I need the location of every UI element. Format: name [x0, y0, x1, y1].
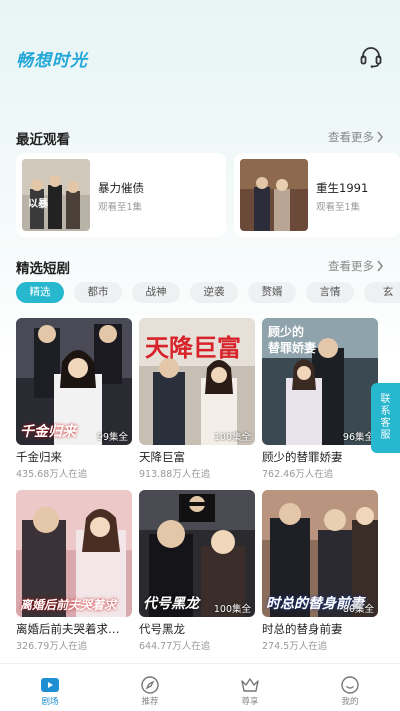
tab-nixi[interactable]: 逆袭	[190, 282, 238, 303]
drama-poster: 顾少的 替罪娇妻 96集全	[262, 318, 378, 445]
recent-title: 重生1991	[316, 181, 369, 195]
chevron-right-icon[interactable]	[376, 128, 384, 146]
svg-text:替罪娇妻: 替罪娇妻	[268, 340, 316, 355]
drama-title: 时总的替身前妻	[262, 622, 343, 636]
service-char: 系	[380, 406, 391, 417]
recent-section-header: 最近观看 查看更多	[16, 128, 384, 148]
episode-badge: 100集全	[213, 604, 251, 615]
poster-title-art: 千金归来	[20, 424, 76, 440]
drama-title: 顾少的替罪娇妻	[262, 450, 343, 464]
recent-title: 暴力催债	[98, 181, 144, 195]
drama-title: 天降巨富	[139, 450, 185, 464]
recent-more-link[interactable]: 查看更多	[328, 129, 374, 145]
crown-icon	[241, 678, 259, 692]
tab-zhanshen[interactable]: 战神	[132, 282, 180, 303]
bottom-nav: 剧场 推荐 尊享 我的	[0, 663, 400, 711]
tab-jingxuan[interactable]: 精选	[16, 282, 64, 303]
service-char: 服	[380, 430, 391, 441]
drama-title: 离婚后前夫哭着求…	[16, 622, 120, 636]
drama-followers: 326.79万人在追	[16, 641, 88, 652]
drama-title: 代号黑龙	[139, 622, 185, 636]
drama-poster: 千金归来 99集全	[16, 318, 132, 445]
tab-xuanhuan[interactable]: 玄	[364, 282, 400, 303]
drama-title: 千金归来	[16, 450, 62, 464]
drama-followers: 913.88万人在追	[139, 469, 211, 480]
tab-yanqing[interactable]: 言情	[306, 282, 354, 303]
recent-progress: 观看至1集	[316, 202, 361, 213]
episode-badge: 96集全	[342, 432, 374, 443]
category-tabs: 精选 都市 战神 逆袭 赘婿 言情 玄	[16, 282, 400, 304]
service-char: 客	[380, 418, 391, 429]
app-brand-logo: 畅想时光	[16, 51, 88, 71]
nav-label: 剧场	[41, 697, 59, 707]
featured-more-link[interactable]: 查看更多	[328, 258, 374, 274]
compass-icon	[141, 676, 159, 694]
headset-icon[interactable]	[358, 44, 384, 70]
poster-title-art: 离婚后前夫哭着求	[20, 598, 117, 612]
theater-icon	[41, 678, 59, 692]
episode-badge: 99集全	[96, 432, 128, 443]
nav-profile[interactable]: 我的	[300, 664, 400, 711]
chevron-right-icon[interactable]	[376, 257, 384, 275]
episode-badge: 80集全	[342, 604, 374, 615]
recent-section-title: 最近观看	[16, 132, 70, 148]
contact-service-button[interactable]: 联 系 客 服	[371, 383, 400, 453]
drama-poster: 离婚后前夫哭着求	[16, 490, 132, 617]
app-header: 畅想时光	[0, 0, 400, 100]
nav-label: 我的	[341, 697, 359, 707]
svg-text:天降巨富: 天降巨富	[145, 333, 241, 362]
recent-list: 以暴 暴力催债 观看至1集 重生1991 观看至1集	[16, 153, 400, 237]
svg-text:顾少的: 顾少的	[268, 324, 304, 339]
service-char: 联	[380, 394, 391, 405]
recent-card[interactable]: 重生1991 观看至1集	[234, 153, 400, 237]
recent-thumbnail: 以暴	[22, 159, 90, 231]
drama-followers: 274.5万人在追	[262, 641, 328, 652]
drama-poster: 天降巨富 100集全	[139, 318, 255, 445]
svg-text:以暴: 以暴	[28, 197, 49, 210]
featured-section-title: 精选短剧	[16, 261, 70, 277]
tab-dushi[interactable]: 都市	[74, 282, 122, 303]
drama-poster: 代号黑龙 100集全	[139, 490, 255, 617]
drama-followers: 762.46万人在追	[262, 469, 334, 480]
nav-recommend[interactable]: 推荐	[100, 664, 200, 711]
nav-label: 推荐	[141, 697, 159, 707]
recent-progress: 观看至1集	[98, 202, 143, 213]
drama-followers: 644.77万人在追	[139, 641, 211, 652]
nav-premium[interactable]: 尊享	[200, 664, 300, 711]
nav-theater[interactable]: 剧场	[0, 664, 100, 711]
recent-thumbnail	[240, 159, 308, 231]
drama-followers: 435.68万人在追	[16, 469, 88, 480]
nav-label: 尊享	[241, 697, 259, 707]
recent-card[interactable]: 以暴 暴力催债 观看至1集	[16, 153, 226, 237]
drama-poster: 时总的替身前妻 80集全	[262, 490, 378, 617]
tab-zhuixu[interactable]: 赘婿	[248, 282, 296, 303]
featured-section-header: 精选短剧 查看更多	[16, 257, 384, 277]
poster-title-art: 代号黑龙	[143, 596, 199, 612]
episode-badge: 100集全	[213, 432, 251, 443]
profile-icon	[341, 676, 359, 694]
